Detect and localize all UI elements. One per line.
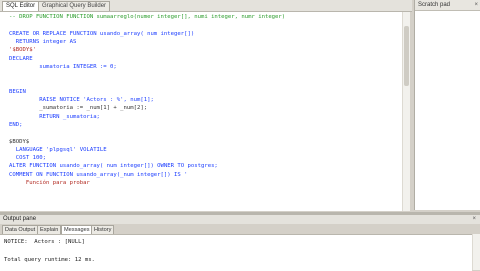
code-line: DECLARE: [9, 55, 33, 62]
code-line: RAISE NOTICE 'Actors : %', num[1];: [9, 97, 154, 103]
code-line: sumatoria INTEGER := 0;: [9, 63, 117, 70]
close-icon[interactable]: ×: [472, 215, 476, 224]
tab-sql-editor[interactable]: SQL Editor: [2, 1, 40, 11]
editor-tab-bar: SQL Editor Graphical Query Builder: [0, 0, 412, 12]
scratch-pad-panel: Scratch pad ×: [414, 0, 480, 210]
editor-scrollbar[interactable]: [402, 12, 410, 211]
code-line: END;: [9, 121, 23, 128]
code-line: CREATE OR REPLACE FUNCTION usando_array(…: [9, 30, 195, 37]
code-line: -- DROP FUNCTION FUNCTION sumaarreglo(nu…: [9, 14, 286, 20]
output-pane-title: Output pane: [0, 215, 480, 224]
tab-graphical-query-builder[interactable]: Graphical Query Builder: [38, 1, 111, 11]
code-line: RETURNS integer AS: [9, 38, 77, 45]
code-line: RETURN _sumatoria;: [9, 113, 100, 120]
code-line: Función para probar: [9, 180, 90, 186]
code-line: LANGUAGE 'plpgsql' VOLATILE: [9, 146, 107, 153]
output-scrollbar[interactable]: [472, 234, 480, 270]
code-line: ALTER FUNCTION usando_array( num integer…: [9, 163, 218, 170]
output-line: NOTICE: Actors : [NULL]: [4, 239, 85, 245]
output-line: Total query runtime: 12 ms.: [4, 257, 95, 263]
close-icon[interactable]: ×: [474, 0, 478, 10]
code-line: COMMENT ON FUNCTION usando_array(_num in…: [9, 171, 188, 178]
code-line: '$BODY$': [9, 47, 36, 54]
code-line: BEGIN: [9, 88, 26, 95]
sql-editor-area[interactable]: -- DROP FUNCTION FUNCTION sumaarreglo(nu…: [0, 12, 408, 211]
code-line: COST 100;: [9, 155, 47, 162]
code-line: _sumatoria := _num[1] + _num[2];: [9, 105, 148, 112]
output-messages: NOTICE: Actors : [NULL] Total query runti…: [0, 234, 472, 271]
output-tab-bar: Data Output Explain Messages History: [0, 224, 480, 235]
scratch-pad-title: Scratch pad: [415, 0, 480, 11]
scrollbar-thumb[interactable]: [404, 26, 409, 86]
code-line: $BODY$: [9, 138, 30, 145]
